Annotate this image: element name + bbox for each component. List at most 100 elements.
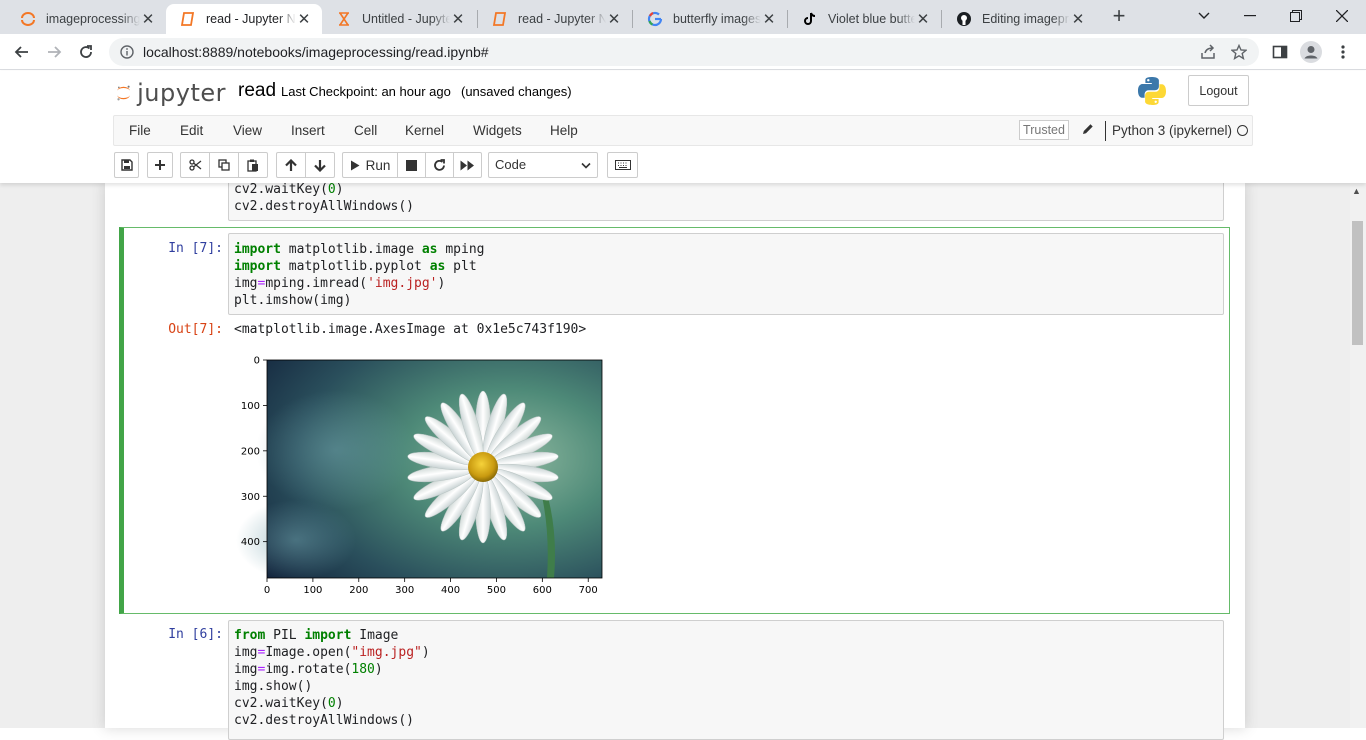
- code-line: img=mping.imread('img.jpg'): [234, 276, 446, 291]
- url-text: localhost:8889/notebooks/imageprocessing…: [143, 44, 489, 60]
- move-down-button[interactable]: [305, 152, 335, 178]
- github-icon: [956, 11, 972, 27]
- restart-run-all-button[interactable]: [453, 152, 482, 178]
- close-icon[interactable]: ✕: [140, 10, 156, 28]
- restart-icon: [434, 158, 445, 171]
- code-line: cv2.waitKey(0): [234, 182, 344, 197]
- save-button[interactable]: [114, 152, 139, 178]
- kernel-name[interactable]: Python 3 (ipykernel): [1112, 123, 1232, 138]
- menu-edit[interactable]: Edit: [180, 123, 203, 138]
- menu-view[interactable]: View: [233, 123, 262, 138]
- browser-tab-bar: imageprocessing ✕ read - Jupyter Noteboo…: [0, 0, 1366, 34]
- x-tick-label: 100: [303, 585, 322, 596]
- y-tick-label: 400: [241, 537, 260, 548]
- tab-read-active[interactable]: read - Jupyter Notebook ✕: [166, 4, 322, 34]
- menu-cell[interactable]: Cell: [354, 123, 377, 138]
- code-line: img=img.rotate(180): [234, 662, 383, 677]
- insert-cell-button[interactable]: [147, 152, 173, 178]
- arrow-up-icon: [285, 158, 297, 171]
- notebook-toolbar: Run Code: [113, 151, 1253, 179]
- code-line: import matplotlib.image as mping: [234, 242, 485, 257]
- close-icon[interactable]: ✕: [450, 10, 466, 28]
- menu-insert[interactable]: Insert: [291, 123, 325, 138]
- menu-kernel[interactable]: Kernel: [405, 123, 444, 138]
- code-line: plt.imshow(img): [234, 293, 352, 308]
- scroll-up-arrow-icon[interactable]: ▲: [1352, 186, 1361, 196]
- interrupt-button[interactable]: [397, 152, 426, 178]
- tab-title: butterfly images: [673, 12, 761, 26]
- y-tick-label: 200: [241, 446, 260, 457]
- google-icon: [647, 11, 663, 27]
- close-icon[interactable]: ✕: [1070, 10, 1086, 28]
- cell-type-select[interactable]: Code: [488, 152, 598, 178]
- minimize-button[interactable]: [1227, 4, 1273, 28]
- restart-button[interactable]: [425, 152, 454, 178]
- hourglass-icon: [336, 11, 352, 27]
- autosave-status: (unsaved changes): [461, 84, 572, 99]
- kernel-idle-icon: [1237, 125, 1248, 136]
- copy-button[interactable]: [209, 152, 239, 178]
- side-panel-icon[interactable]: [1268, 40, 1292, 64]
- tab-untitled[interactable]: Untitled - Jupyter Notebook ✕: [322, 4, 476, 34]
- notebook-icon: [492, 11, 508, 27]
- menu-widgets[interactable]: Widgets: [473, 123, 522, 138]
- fast-forward-icon: [460, 160, 474, 170]
- bookmark-star-icon[interactable]: [1230, 43, 1248, 63]
- plus-icon: [155, 160, 165, 170]
- close-icon[interactable]: ✕: [915, 10, 931, 28]
- x-tick-label: 600: [533, 585, 552, 596]
- cell-7-input[interactable]: import matplotlib.image as mping import …: [228, 233, 1224, 315]
- jupyter-logo[interactable]: jupyter: [116, 77, 226, 109]
- close-icon[interactable]: ✕: [606, 10, 622, 28]
- y-tick-label: 0: [254, 356, 260, 367]
- cell-6-input[interactable]: from PIL import Image img=Image.open("im…: [228, 620, 1224, 740]
- profile-avatar[interactable]: [1299, 40, 1323, 64]
- x-tick-label: 700: [579, 585, 598, 596]
- x-tick-label: 200: [349, 585, 368, 596]
- tab-violet-butterfly[interactable]: Violet blue butterfly ✕: [788, 4, 941, 34]
- forward-button[interactable]: [42, 40, 66, 64]
- kebab-menu-icon[interactable]: [1331, 40, 1355, 64]
- restore-button[interactable]: [1273, 4, 1319, 28]
- run-label: Run: [365, 157, 391, 173]
- close-window-button[interactable]: [1319, 4, 1365, 28]
- menu-file[interactable]: File: [129, 123, 151, 138]
- scrollbar-thumb[interactable]: [1352, 221, 1363, 345]
- menu-help[interactable]: Help: [550, 123, 578, 138]
- jupyter-logo-icon: [117, 85, 130, 101]
- python-logo-icon: [1137, 76, 1167, 109]
- tab-read[interactable]: read - Jupyter Notebook ✕: [478, 4, 632, 34]
- x-tick-label: 300: [395, 585, 414, 596]
- new-tab-button[interactable]: +: [1109, 5, 1129, 28]
- move-up-button[interactable]: [276, 152, 306, 178]
- stop-icon: [406, 159, 417, 171]
- cut-button[interactable]: [180, 152, 210, 178]
- back-button[interactable]: [10, 40, 34, 64]
- share-icon[interactable]: [1200, 44, 1216, 63]
- pencil-icon[interactable]: [1081, 123, 1094, 139]
- imshow-plot: 0 100 200 300 400 500 600 700 0 100 200 300 400: [236, 356, 603, 596]
- tab-butterfly-images[interactable]: butterfly images ✕: [633, 4, 787, 34]
- notebook-name[interactable]: read: [238, 80, 276, 102]
- tab-search-button[interactable]: [1181, 4, 1227, 28]
- paste-button[interactable]: [238, 152, 268, 178]
- jupyter-icon: [20, 11, 36, 27]
- keyboard-icon: [614, 160, 631, 170]
- input-prompt: In [7]:: [168, 241, 223, 256]
- tab-title: imageprocessing: [46, 12, 140, 26]
- command-palette-button[interactable]: [607, 152, 638, 178]
- tab-github-editing[interactable]: Editing imageprocessing ✕: [942, 4, 1096, 34]
- close-icon[interactable]: ✕: [296, 10, 312, 28]
- code-line: cv2.destroyAllWindows(): [234, 713, 415, 728]
- url-field[interactable]: localhost:8889/notebooks/imageprocessing…: [109, 38, 1259, 66]
- run-button[interactable]: Run: [342, 152, 398, 178]
- notebook-icon: [180, 11, 196, 27]
- trusted-indicator[interactable]: Trusted: [1019, 120, 1069, 140]
- logout-button[interactable]: Logout: [1188, 75, 1249, 106]
- info-icon[interactable]: [120, 45, 134, 62]
- close-icon[interactable]: ✕: [761, 10, 777, 28]
- reload-button[interactable]: [74, 40, 98, 64]
- tab-imageprocessing[interactable]: imageprocessing ✕: [6, 4, 166, 34]
- tab-title: Editing imageprocessing: [982, 12, 1070, 26]
- copy-icon: [218, 159, 230, 171]
